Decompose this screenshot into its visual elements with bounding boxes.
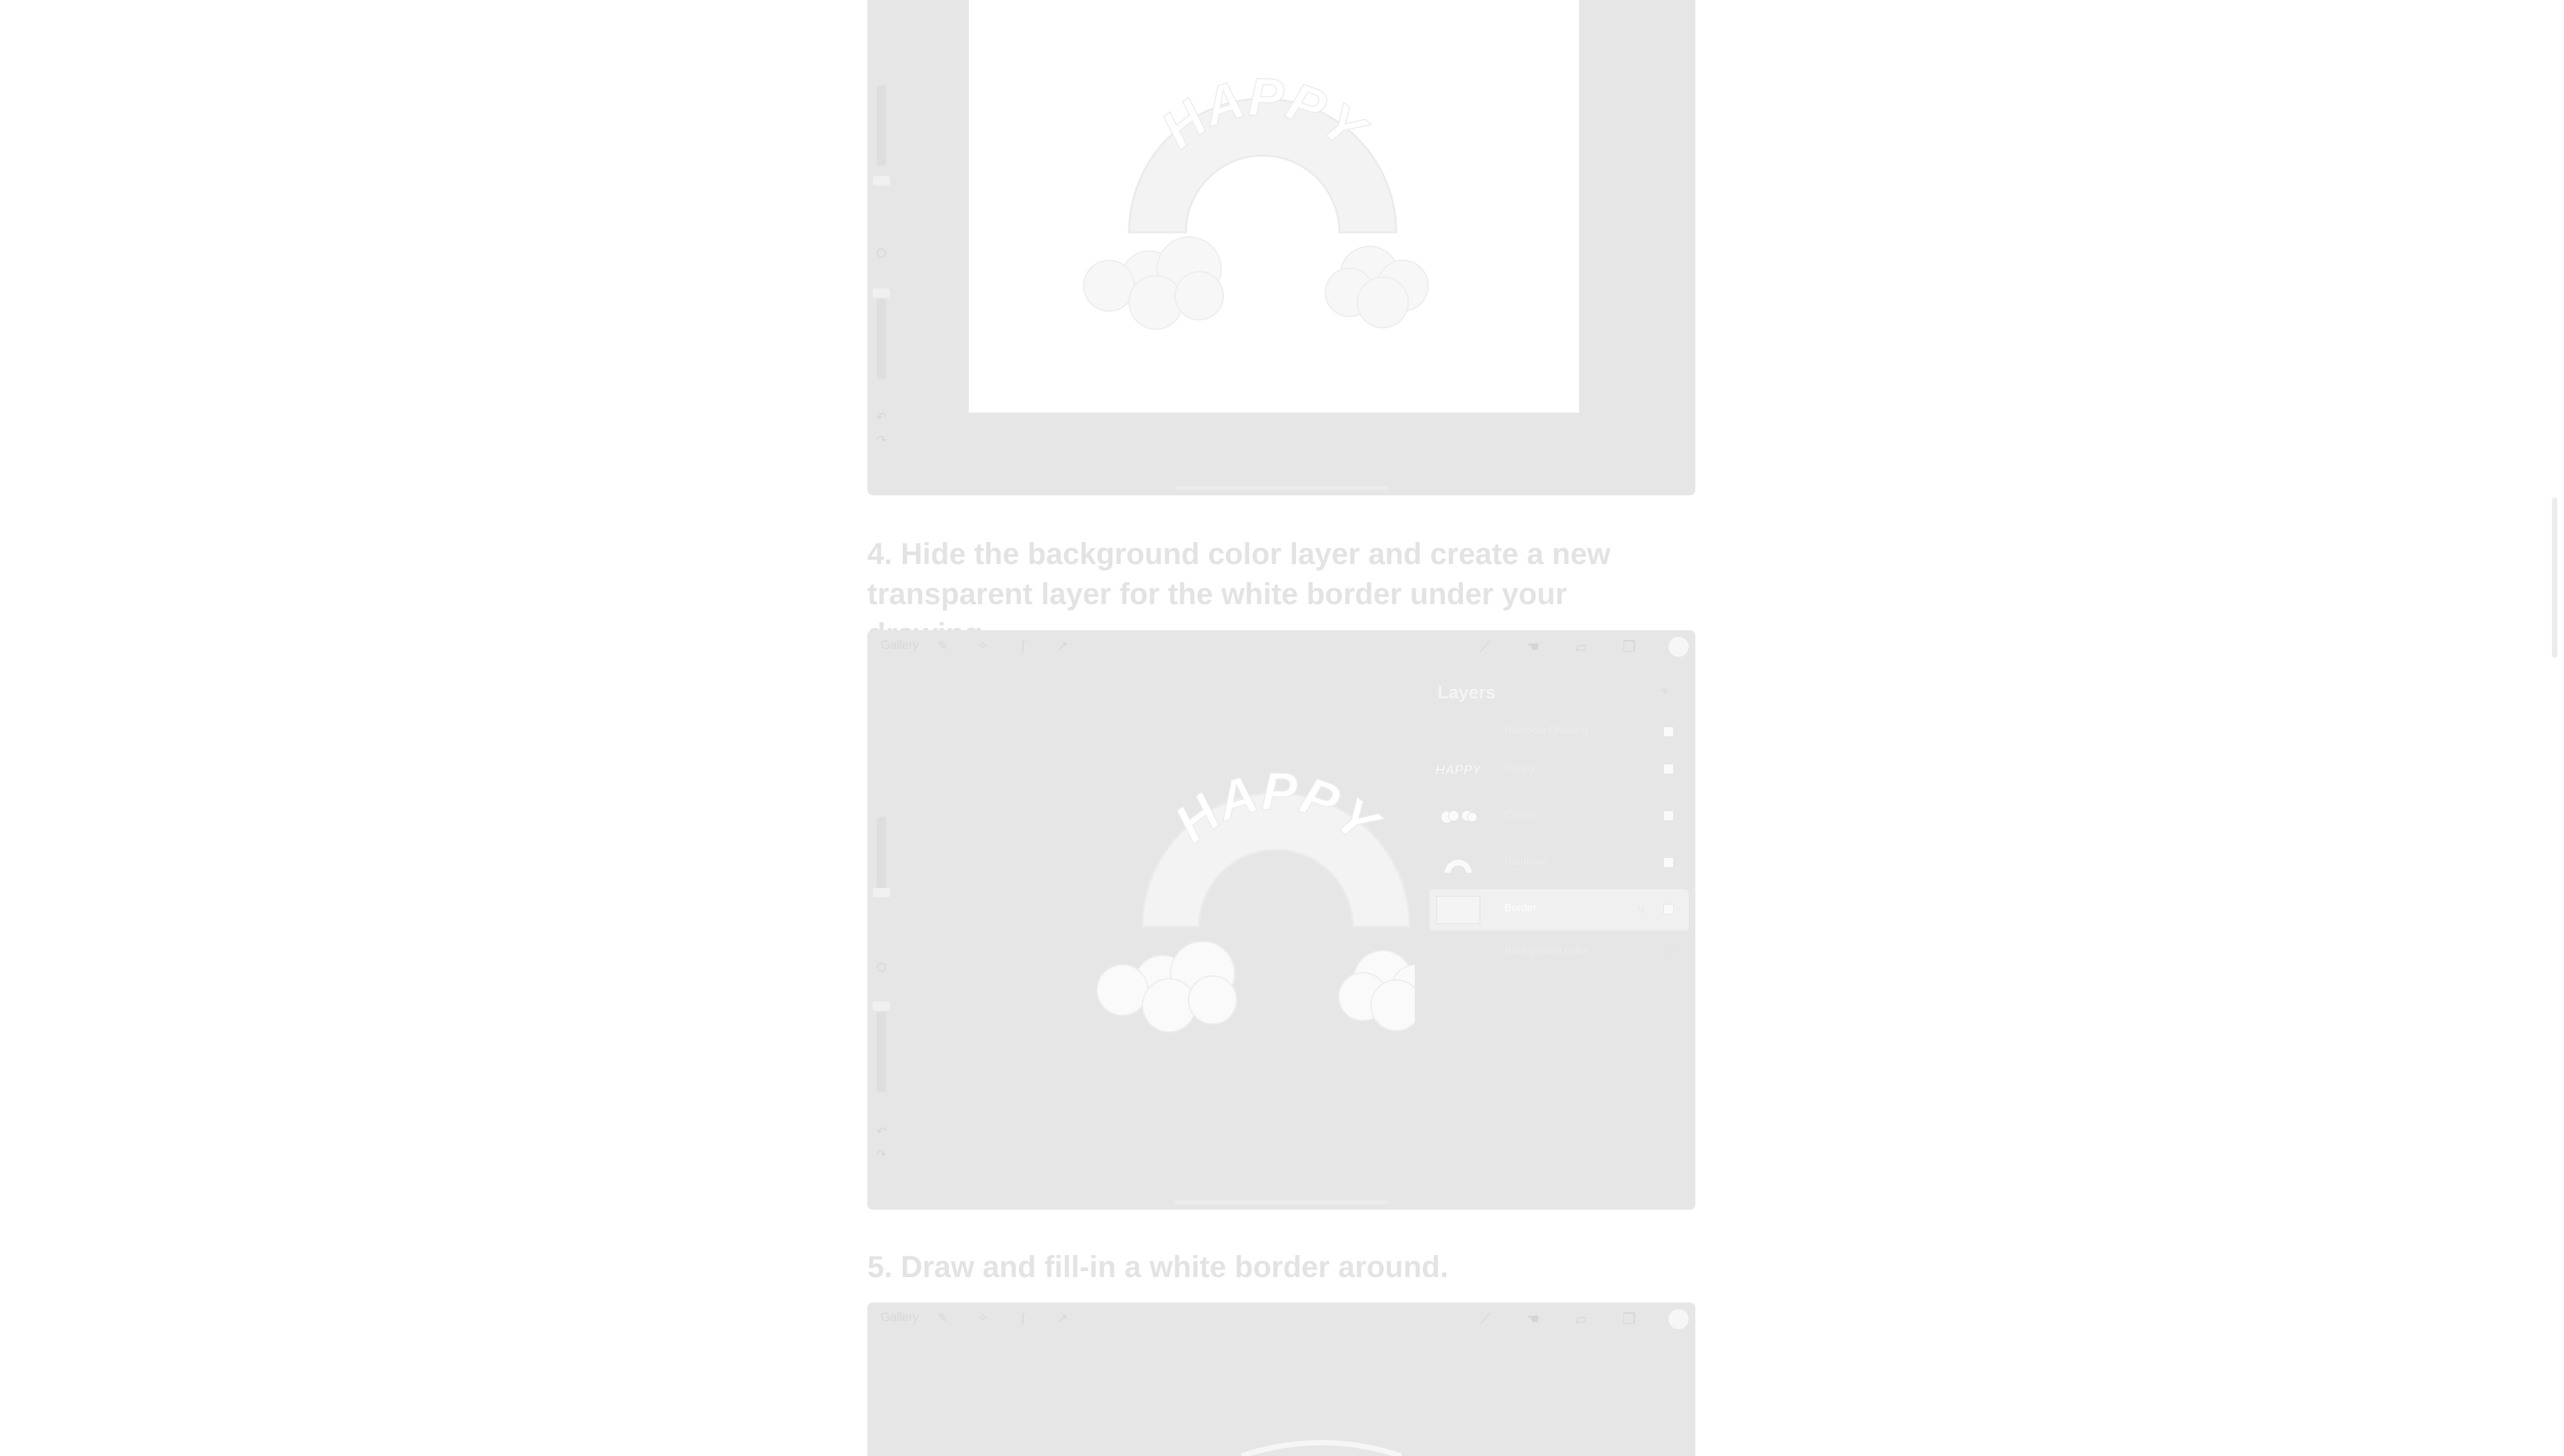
visibility-checkbox[interactable]: [1663, 810, 1674, 821]
layer-name: Background color: [1504, 945, 1588, 957]
undo-icon[interactable]: ↶: [875, 411, 887, 423]
layer-thumbnail: [1444, 859, 1473, 874]
rainbow-artwork: HAPPY: [1096, 761, 1415, 1033]
transform-arrow-icon[interactable]: ➚: [1057, 1312, 1069, 1324]
color-swatch[interactable]: [1669, 1309, 1689, 1329]
layer-row-rainbow[interactable]: Rainbow N: [1430, 842, 1689, 884]
blend-mode-label[interactable]: N: [1638, 810, 1645, 821]
redo-icon[interactable]: ↷: [875, 434, 887, 446]
drawing-canvas[interactable]: HAPPY: [969, 0, 1579, 413]
layers-panel: Layers + Rainbow Drawing N HAPPY Happy N…: [1422, 669, 1689, 976]
app-toolbar: Gallery ✎ ✧ ∫ ➚ ⟋ ☚ ▱ ❐: [867, 1302, 1695, 1336]
layer-row-clouds[interactable]: Clouds N: [1430, 796, 1689, 837]
visibility-checkbox[interactable]: [1663, 857, 1674, 868]
layer-name: Border: [1504, 903, 1537, 914]
brush-size-track[interactable]: [877, 85, 886, 166]
brush-icon[interactable]: ⟋: [1476, 1312, 1494, 1326]
rainbow-artwork: HAPPY: [1083, 67, 1429, 330]
layer-thumbnail: [1440, 810, 1478, 824]
layer-row-happy[interactable]: HAPPY Happy N: [1430, 749, 1689, 790]
layer-thumbnail: HAPPY: [1436, 763, 1480, 778]
visibility-checkbox[interactable]: [1663, 947, 1674, 957]
add-layer-button[interactable]: +: [1660, 682, 1669, 700]
selection-icon[interactable]: ∫: [1017, 1312, 1029, 1324]
layers-title: Layers: [1438, 682, 1496, 702]
visibility-checkbox[interactable]: [1663, 726, 1674, 737]
layers-icon[interactable]: ❐: [1621, 1312, 1638, 1326]
visibility-checkbox[interactable]: [1663, 904, 1674, 915]
blend-mode-label[interactable]: N: [1638, 764, 1645, 774]
eraser-icon[interactable]: ▱: [1572, 1312, 1590, 1326]
brush-size-slider[interactable]: [873, 176, 890, 186]
home-indicator: [1174, 486, 1388, 490]
blend-mode-label[interactable]: N: [1638, 857, 1645, 868]
modify-button[interactable]: [877, 248, 886, 258]
layer-name: Rainbow Drawing: [1504, 725, 1588, 736]
layer-thumbnail: [1436, 896, 1480, 924]
gallery-button[interactable]: Gallery: [881, 1310, 919, 1324]
layer-row-border-selected[interactable]: Border N: [1430, 889, 1689, 931]
blend-mode-label[interactable]: N: [1638, 904, 1645, 915]
opacity-slider[interactable]: [873, 288, 890, 298]
magic-wand-icon[interactable]: ✧: [977, 1312, 989, 1324]
opacity-track[interactable]: [877, 299, 886, 379]
home-indicator: [1174, 1200, 1388, 1204]
layer-name: Clouds: [1504, 809, 1538, 820]
layer-row-group[interactable]: Rainbow Drawing N: [1430, 712, 1689, 753]
procreate-screenshot-step5: Gallery ✎ ✧ ∫ ➚ ⟋ ☚ ▱ ❐: [867, 1302, 1695, 1456]
layer-name: Happy: [1504, 762, 1536, 774]
page-scrollbar[interactable]: [2552, 497, 2557, 658]
smudge-icon[interactable]: ☚: [1524, 1312, 1542, 1326]
blend-mode-label[interactable]: N: [1638, 726, 1645, 737]
wrench-icon[interactable]: ✎: [937, 1312, 949, 1324]
layer-name: Rainbow: [1504, 856, 1546, 867]
procreate-screenshot-step4: Gallery ✎ ✧ ∫ ➚ ⟋ ☚ ▱ ❐ ↶ ↷ HAPPY Layers…: [867, 630, 1695, 1210]
procreate-screenshot-step3: ↶ ↷ HAPPY: [867, 0, 1695, 495]
step-5-heading: 5. Draw and fill-in a white border aroun…: [867, 1250, 1449, 1284]
layer-row-background-color[interactable]: Background color: [1430, 932, 1689, 973]
visibility-checkbox[interactable]: [1663, 764, 1674, 774]
side-rail: ↶ ↷: [867, 0, 895, 495]
svg-text:HAPPY: HAPPY: [1436, 763, 1480, 778]
artwork-top-edge: [1241, 1440, 1402, 1456]
